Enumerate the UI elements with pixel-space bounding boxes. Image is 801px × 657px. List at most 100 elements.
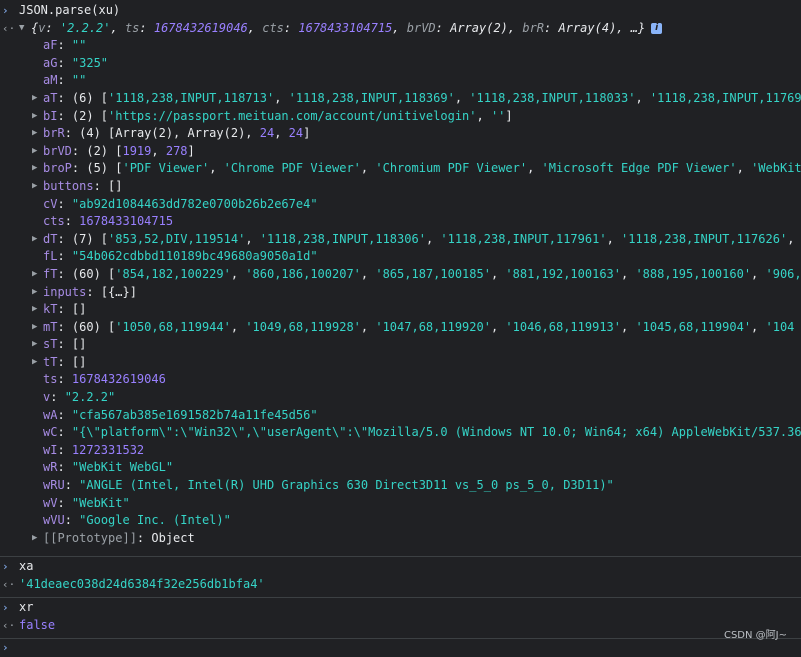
property-key: aM (43, 73, 57, 87)
property-colon: : (57, 109, 71, 123)
summary-value: '2.2.2' (60, 21, 111, 35)
property-colon: : (65, 513, 79, 527)
property-value: 'https://passport.meituan.com/account/un… (108, 109, 476, 123)
property-key: wI (43, 443, 57, 457)
property-content: brVD: (2) [1919, 278] (0, 143, 195, 161)
object-property-row[interactable]: ▶[[Prototype]]: Object (0, 530, 801, 548)
property-key: brVD (43, 144, 72, 158)
summary-key: cts (262, 21, 284, 35)
property-colon: : (57, 443, 71, 457)
object-property-row[interactable]: ▶kT: [] (0, 301, 801, 319)
property-value: , (231, 267, 245, 281)
property-value: , (737, 161, 751, 175)
object-property-row: wVU: "Google Inc. (Intel)" (0, 512, 801, 530)
property-value: '888,195,100160' (635, 267, 751, 281)
summary-colon: : (139, 21, 153, 35)
property-content: inputs: [{…}] (0, 284, 137, 302)
object-property-row: wR: "WebKit WebGL" (0, 459, 801, 477)
property-content: aT: (6) ['1118,238,INPUT,118713', '1118,… (0, 90, 801, 108)
object-property-row[interactable]: ▶tT: [] (0, 354, 801, 372)
console-entry-xr: › xr ‹· false (0, 597, 801, 634)
property-content: fT: (60) ['854,182,100229', '860,186,100… (0, 266, 801, 284)
property-colon: : (57, 232, 71, 246)
object-property-row: wC: "{\"platform\":\"Win32\",\"userAgent… (0, 424, 801, 442)
property-colon: : (72, 161, 86, 175)
property-value: 278 (166, 144, 188, 158)
property-key: fL (43, 249, 57, 263)
property-colon: : (57, 267, 71, 281)
property-key: sT (43, 337, 57, 351)
property-colon: : (57, 425, 71, 439)
result-arrow-icon: ‹· (2, 576, 16, 594)
property-value: 1678432619046 (72, 372, 166, 386)
info-icon[interactable]: i (651, 23, 662, 34)
property-content: wVU: "Google Inc. (Intel)" (0, 512, 231, 530)
property-value: (2) [ (72, 109, 108, 123)
console-input-text[interactable]: xa (19, 558, 33, 576)
property-value: '860,186,100207' (245, 267, 361, 281)
property-value: 1678433104715 (79, 214, 173, 228)
object-property-row[interactable]: ▶bI: (2) ['https://passport.meituan.com/… (0, 108, 801, 126)
object-property-row[interactable]: ▶brR: (4) [Array(2), Array(2), 24, 24] (0, 125, 801, 143)
property-colon: : (72, 144, 86, 158)
result-arrow-icon: ‹· (2, 20, 16, 38)
object-property-row[interactable]: ▶brVD: (2) [1919, 278] (0, 143, 801, 161)
property-content: broP: (5) ['PDF Viewer', 'Chrome PDF Vie… (0, 160, 801, 178)
console-input-text[interactable]: JSON.parse(xu) (19, 2, 120, 20)
property-key: cV (43, 197, 57, 211)
summary-key: brVD (407, 21, 436, 35)
object-property-row[interactable]: ▶sT: [] (0, 336, 801, 354)
property-key: wRU (43, 478, 65, 492)
property-key: aG (43, 56, 57, 70)
property-colon: : (57, 91, 71, 105)
prompt-chevron-icon: › (2, 599, 16, 617)
console-empty-prompt: › (0, 639, 801, 657)
property-value: "Google Inc. (Intel)" (79, 513, 231, 527)
console-input-line: › xa (0, 558, 801, 576)
property-value: , (607, 232, 621, 246)
property-content: cV: "ab92d1084463dd782e0700b26b2e67e4" (0, 196, 318, 214)
object-property-row: v: "2.2.2" (0, 389, 801, 407)
property-value: ] (505, 109, 512, 123)
property-key: wC (43, 425, 57, 439)
prompt-chevron-icon: › (2, 639, 16, 657)
console-result-value: false (19, 617, 55, 635)
summary-colon: : (45, 21, 59, 35)
object-property-row: wRU: "ANGLE (Intel, Intel(R) UHD Graphic… (0, 477, 801, 495)
property-value: , (245, 232, 259, 246)
object-property-row: cts: 1678433104715 (0, 213, 801, 231)
property-value: "ab92d1084463dd782e0700b26b2e67e4" (72, 197, 318, 211)
property-value: , (751, 320, 765, 334)
property-key: [[Prototype]] (43, 531, 137, 545)
property-colon: : (57, 408, 71, 422)
expand-triangle-open-icon[interactable]: ▼ (19, 20, 24, 38)
property-value: , (491, 267, 505, 281)
object-property-row: fL: "54b062cdbbd110189bc49680a9050a1d" (0, 248, 801, 266)
object-property-row: wI: 1272331532 (0, 442, 801, 460)
property-value: '1050,68,119944' (115, 320, 231, 334)
summary-key: brR (522, 21, 544, 35)
object-property-row[interactable]: ▶buttons: [] (0, 178, 801, 196)
property-value: '1118,238,INPUT,118306' (260, 232, 426, 246)
object-property-row[interactable]: ▶aT: (6) ['1118,238,INPUT,118713', '1118… (0, 90, 801, 108)
object-property-row[interactable]: ▶dT: (7) ['853,52,DIV,119514', '1118,238… (0, 231, 801, 249)
object-summary-line[interactable]: ‹· ▼ {v: '2.2.2', ts: 1678432619046, cts… (0, 20, 801, 38)
property-content: ts: 1678432619046 (0, 371, 166, 389)
console-prompt-entry[interactable]: › (0, 638, 801, 657)
property-value: (4) [Array(2), Array(2), (79, 126, 260, 140)
object-property-row[interactable]: ▶mT: (60) ['1050,68,119944', '1049,68,11… (0, 319, 801, 337)
property-content: wR: "WebKit WebGL" (0, 459, 173, 477)
object-property-row[interactable]: ▶inputs: [{…}] (0, 284, 801, 302)
property-key: inputs (43, 285, 86, 299)
property-value: "WebKit" (72, 496, 130, 510)
property-key: wR (43, 460, 57, 474)
object-property-row[interactable]: ▶fT: (60) ['854,182,100229', '860,186,10… (0, 266, 801, 284)
property-key: mT (43, 320, 57, 334)
object-property-row[interactable]: ▶broP: (5) ['PDF Viewer', 'Chrome PDF Vi… (0, 160, 801, 178)
property-key: kT (43, 302, 57, 316)
property-key: brR (43, 126, 65, 140)
property-content: cts: 1678433104715 (0, 213, 173, 231)
object-summary[interactable]: {v: '2.2.2', ts: 1678432619046, cts: 167… (31, 20, 662, 38)
console-input-text[interactable]: xr (19, 599, 33, 617)
summary-colon: : (284, 21, 298, 35)
